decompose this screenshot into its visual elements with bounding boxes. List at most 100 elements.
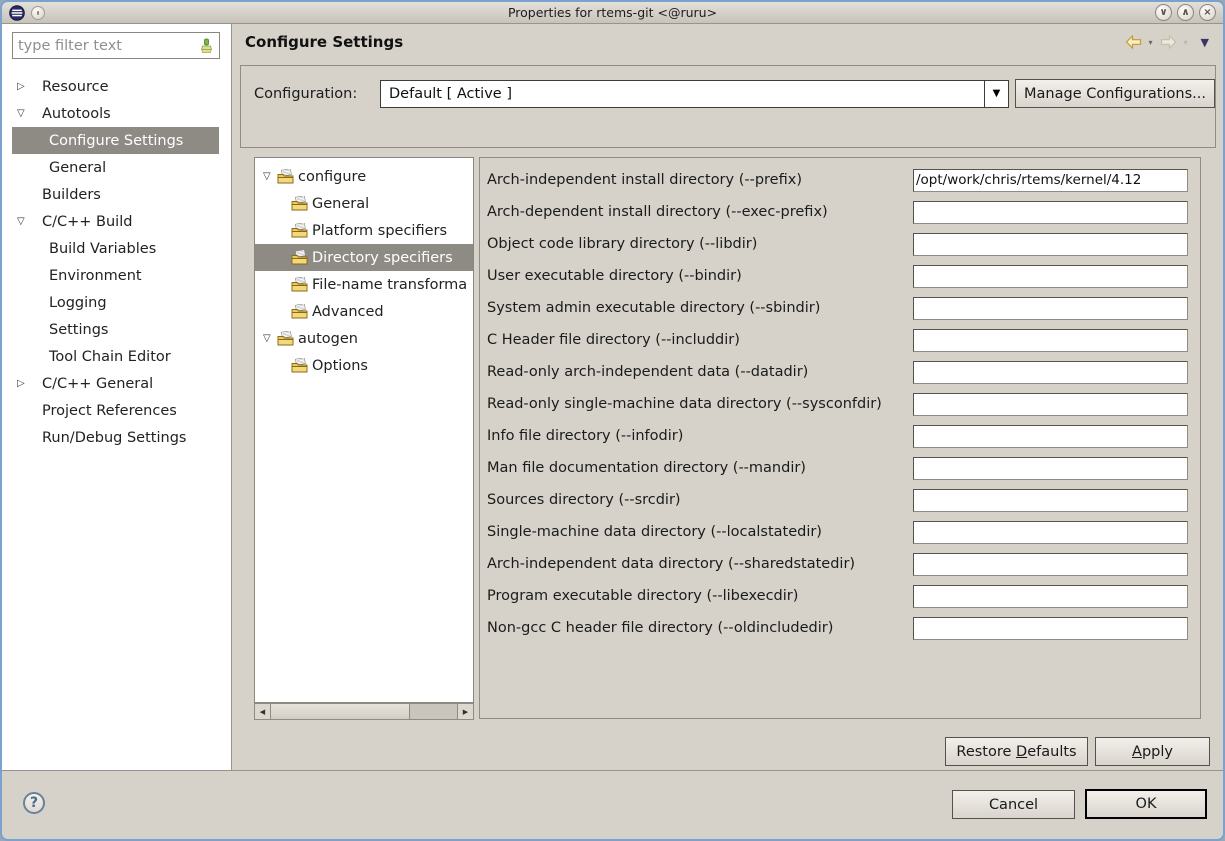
bindir-input[interactable] xyxy=(913,265,1188,288)
tree-item-general[interactable]: General xyxy=(255,190,473,217)
pin-icon xyxy=(37,11,39,15)
sidebar-item-configure-settings[interactable]: Configure Settings xyxy=(12,127,219,154)
configuration-value: Default [ Active ] xyxy=(381,86,984,102)
sidebar-item-label: Autotools xyxy=(42,106,111,122)
expanded-arrow-icon[interactable]: ▽ xyxy=(12,216,42,227)
field-row-bindir: User executable directory (--bindir) xyxy=(480,260,1200,292)
sidebar-item-label: Run/Debug Settings xyxy=(42,430,186,446)
sidebar-item-label: Environment xyxy=(49,268,142,284)
restore-defaults-button[interactable]: Restore Defaults xyxy=(945,737,1088,766)
apply-button[interactable]: Apply xyxy=(1095,737,1210,766)
back-history-dropdown-icon[interactable]: ▾ xyxy=(1149,38,1153,47)
includdir-input[interactable] xyxy=(913,329,1188,352)
configuration-group: Configuration: Default [ Active ] ▼ Mana… xyxy=(240,65,1216,148)
expanded-arrow-icon[interactable]: ▽ xyxy=(263,171,277,182)
sysconfdir-input[interactable] xyxy=(913,393,1188,416)
cancel-button[interactable]: Cancel xyxy=(952,790,1075,819)
sidebar-item-label: Builders xyxy=(42,187,101,203)
forward-arrow-icon[interactable] xyxy=(1160,35,1177,49)
tree-item-options[interactable]: Options xyxy=(255,352,473,379)
field-label: Non-gcc C header file directory (--oldin… xyxy=(480,620,913,636)
sidebar-item-logging[interactable]: Logging xyxy=(12,289,219,316)
collapsed-arrow-icon[interactable]: ▷ xyxy=(12,81,42,92)
collapsed-arrow-icon[interactable]: ▷ xyxy=(12,378,42,389)
sidebar-item-resource[interactable]: ▷ Resource xyxy=(12,73,219,100)
tree-item-directory-specifiers[interactable]: Directory specifiers xyxy=(255,244,473,271)
sidebar-item-tool-chain-editor[interactable]: Tool Chain Editor xyxy=(12,343,219,370)
field-label: Object code library directory (--libdir) xyxy=(480,236,913,252)
field-label: Sources directory (--srcdir) xyxy=(480,492,913,508)
scroll-right-icon[interactable]: ▶ xyxy=(457,704,473,719)
expanded-arrow-icon[interactable]: ▽ xyxy=(12,108,42,119)
view-menu-icon[interactable]: ▼ xyxy=(1201,36,1209,49)
sidebar-item-builders[interactable]: Builders xyxy=(12,181,219,208)
sidebar-item-label: Tool Chain Editor xyxy=(49,349,171,365)
sidebar-item-run-debug-settings[interactable]: Run/Debug Settings xyxy=(12,424,219,451)
sidebar-item-label: Settings xyxy=(49,322,108,338)
scrollbar-thumb[interactable] xyxy=(271,704,410,719)
mandir-input[interactable] xyxy=(913,457,1188,480)
sidebar-item-settings[interactable]: Settings xyxy=(12,316,219,343)
tree-item-advanced[interactable]: Advanced xyxy=(255,298,473,325)
srcdir-input[interactable] xyxy=(913,489,1188,512)
sbindir-input[interactable] xyxy=(913,297,1188,320)
manage-configurations-button[interactable]: Manage Configurations... xyxy=(1015,79,1215,108)
field-row-srcdir: Sources directory (--srcdir) xyxy=(480,484,1200,516)
field-label: Read-only single-machine data directory … xyxy=(480,396,913,412)
tree-item-platform-specifiers[interactable]: Platform specifiers xyxy=(255,217,473,244)
sidebar-item-build-variables[interactable]: Build Variables xyxy=(12,235,219,262)
configuration-combo[interactable]: Default [ Active ] ▼ xyxy=(380,80,1009,108)
tree-horizontal-scrollbar[interactable]: ◀ ▶ xyxy=(254,703,474,720)
tree-item-file-name-transformations[interactable]: File-name transforma xyxy=(255,271,473,298)
infodir-input[interactable] xyxy=(913,425,1188,448)
directory-specifiers-form: Arch-independent install directory (--pr… xyxy=(479,157,1201,719)
sidebar-item-label: Build Variables xyxy=(49,241,156,257)
minimize-icon[interactable]: ∨ xyxy=(1155,4,1172,21)
field-label: System admin executable directory (--sbi… xyxy=(480,300,913,316)
sidebar-item-environment[interactable]: Environment xyxy=(12,262,219,289)
sidebar-item-project-references[interactable]: Project References xyxy=(12,397,219,424)
titlebar[interactable]: Properties for rtems-git <@ruru> ∨ ∧ × xyxy=(2,2,1223,24)
filter-input[interactable] xyxy=(18,38,199,54)
field-label: Single-machine data directory (--localst… xyxy=(480,524,913,540)
sidebar-item-cc-general[interactable]: ▷ C/C++ General xyxy=(12,370,219,397)
forward-history-dropdown-icon[interactable]: ▾ xyxy=(1184,38,1188,47)
datadir-input[interactable] xyxy=(913,361,1188,384)
tree-item-label: autogen xyxy=(298,331,358,347)
sharedstatedir-input[interactable] xyxy=(913,553,1188,576)
prefix-input[interactable] xyxy=(913,169,1188,192)
localstatedir-input[interactable] xyxy=(913,521,1188,544)
sidebar-item-general[interactable]: General xyxy=(12,154,219,181)
maximize-icon[interactable]: ∧ xyxy=(1177,4,1194,21)
exec-prefix-input[interactable] xyxy=(913,201,1188,224)
sidebar-item-autotools[interactable]: ▽ Autotools xyxy=(12,100,219,127)
category-folder-icon xyxy=(291,250,308,265)
dialog-footer: ? Cancel OK xyxy=(2,770,1223,839)
sidebar-item-cc-build[interactable]: ▽ C/C++ Build xyxy=(12,208,219,235)
combo-dropdown-icon[interactable]: ▼ xyxy=(984,81,1008,107)
field-label: Arch-dependent install directory (--exec… xyxy=(480,204,913,220)
pin-window-button[interactable] xyxy=(31,6,45,20)
expanded-arrow-icon[interactable]: ▽ xyxy=(263,333,277,344)
scroll-left-icon[interactable]: ◀ xyxy=(255,704,271,719)
libexecdir-input[interactable] xyxy=(913,585,1188,608)
tree-item-configure[interactable]: ▽ configure xyxy=(255,163,473,190)
clear-filter-brush-icon[interactable] xyxy=(199,38,214,54)
oldincludedir-input[interactable] xyxy=(913,617,1188,640)
scrollbar-track[interactable] xyxy=(410,704,457,719)
tree-item-label: Advanced xyxy=(312,304,384,320)
field-label: Man file documentation directory (--mand… xyxy=(480,460,913,476)
page-title: Configure Settings xyxy=(245,33,403,51)
close-icon[interactable]: × xyxy=(1199,4,1216,21)
category-folder-icon xyxy=(291,358,308,373)
back-arrow-icon[interactable] xyxy=(1125,35,1142,49)
libdir-input[interactable] xyxy=(913,233,1188,256)
help-icon[interactable]: ? xyxy=(23,792,45,814)
filter-box xyxy=(12,32,220,59)
ok-button[interactable]: OK xyxy=(1085,789,1207,819)
field-row-oldincludedir: Non-gcc C header file directory (--oldin… xyxy=(480,612,1200,644)
sidebar-item-label: Configure Settings xyxy=(49,133,183,149)
field-label: Arch-independent install directory (--pr… xyxy=(480,172,913,188)
tree-item-autogen[interactable]: ▽ autogen xyxy=(255,325,473,352)
field-row-mandir: Man file documentation directory (--mand… xyxy=(480,452,1200,484)
